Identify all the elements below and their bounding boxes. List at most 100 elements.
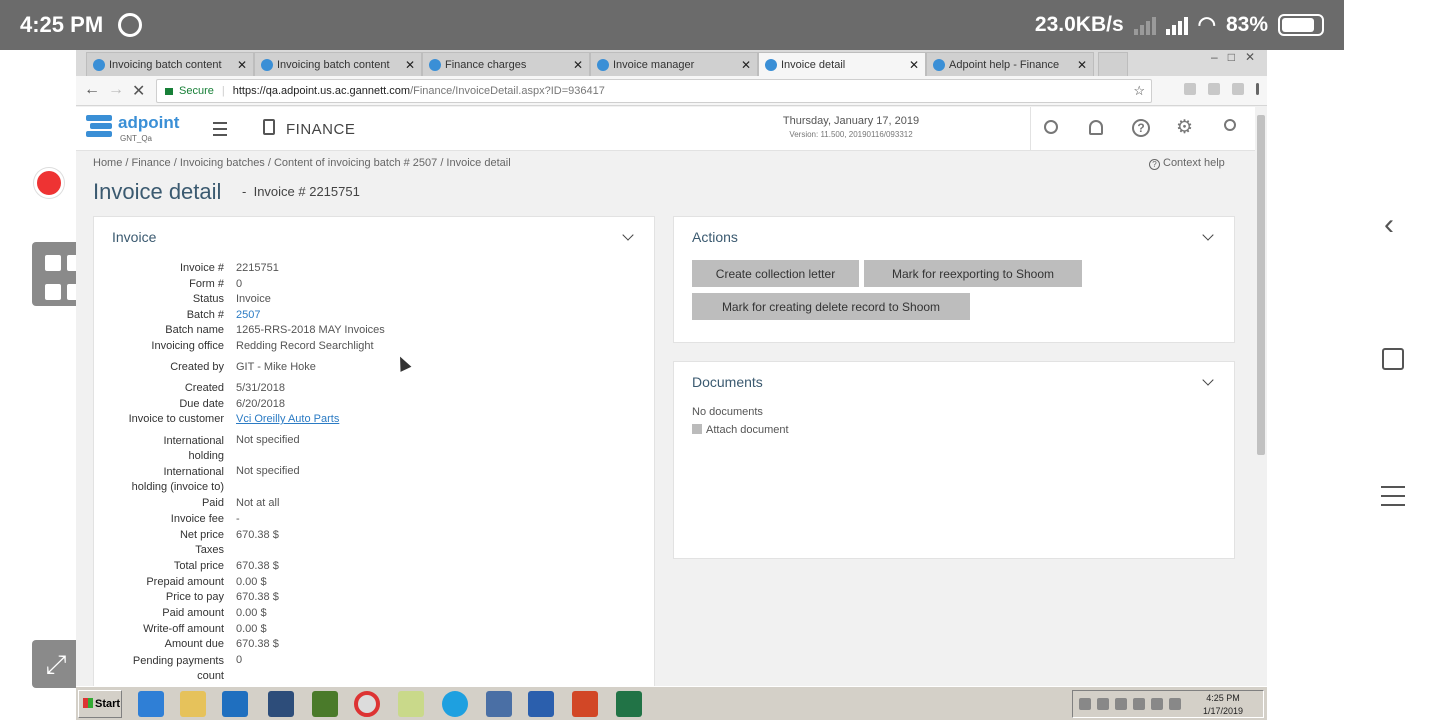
more-menu-icon[interactable] bbox=[1256, 83, 1259, 95]
mark-delete-record-button[interactable]: Mark for creating delete record to Shoom bbox=[692, 293, 970, 320]
scroll-thumb[interactable] bbox=[1257, 115, 1265, 455]
chevron-down-icon[interactable] bbox=[1202, 374, 1214, 386]
tab-finance-charges[interactable]: Finance charges ✕ bbox=[422, 52, 590, 76]
close-icon[interactable]: ✕ bbox=[573, 58, 583, 72]
tray-icon[interactable] bbox=[1133, 698, 1145, 710]
help-circle-icon: ? bbox=[1149, 159, 1160, 170]
explorer-icon[interactable] bbox=[180, 691, 206, 717]
app-icon[interactable] bbox=[268, 691, 294, 717]
tray-icon[interactable] bbox=[1079, 698, 1091, 710]
tray-time[interactable]: 4:25 PM bbox=[1203, 693, 1243, 703]
field-value: 0.00 $ bbox=[236, 576, 267, 588]
field-value: 2215751 bbox=[236, 262, 279, 274]
field-label: Taxes bbox=[195, 544, 224, 556]
customer-link[interactable]: Vci Oreilly Auto Parts bbox=[236, 413, 339, 425]
notification-bell-icon[interactable] bbox=[1089, 120, 1103, 135]
attach-document-link[interactable]: Attach document bbox=[692, 424, 789, 436]
outlook-icon[interactable] bbox=[222, 691, 248, 717]
tray-date[interactable]: 1/17/2019 bbox=[1197, 706, 1249, 716]
extension-icon[interactable] bbox=[1232, 83, 1244, 95]
calculator-icon bbox=[263, 119, 275, 135]
excel-icon[interactable] bbox=[616, 691, 642, 717]
minimize-icon[interactable]: – bbox=[1211, 50, 1218, 64]
tab-invoice-detail[interactable]: Invoice detail ✕ bbox=[758, 52, 926, 76]
gear-icon[interactable]: ⚙ bbox=[1176, 116, 1193, 139]
battery-percent: 83% bbox=[1225, 12, 1268, 36]
hamburger-menu-icon[interactable] bbox=[213, 122, 227, 140]
recents-icon[interactable] bbox=[1382, 348, 1404, 370]
folder-icon[interactable] bbox=[398, 691, 424, 717]
field-label: International holding bbox=[163, 434, 224, 464]
tray-icon[interactable] bbox=[1097, 698, 1109, 710]
field-value: 5/31/2018 bbox=[236, 382, 285, 394]
expand-icon[interactable]: ⤢ bbox=[32, 640, 80, 688]
field-value: 670.38 $ bbox=[236, 591, 279, 603]
create-collection-letter-button[interactable]: Create collection letter bbox=[692, 260, 859, 287]
search-icon[interactable] bbox=[1044, 120, 1058, 134]
batch-link[interactable]: 2507 bbox=[236, 309, 260, 321]
tab-invoicing-batch-content-1[interactable]: Invoicing batch content ✕ bbox=[86, 52, 254, 76]
tray-icon[interactable] bbox=[1151, 698, 1163, 710]
extension-icon[interactable] bbox=[1184, 83, 1196, 95]
field-value: 1265-RRS-2018 MAY Invoices bbox=[236, 324, 385, 336]
back-arrow-icon[interactable]: ← bbox=[84, 81, 100, 99]
start-button[interactable]: Start bbox=[78, 690, 122, 718]
environment-label: GNT_Qa bbox=[120, 134, 153, 143]
tray-icon[interactable] bbox=[1115, 698, 1127, 710]
menu-icon[interactable] bbox=[1381, 486, 1405, 513]
tab-label: Invoice manager bbox=[613, 59, 695, 71]
back-icon[interactable]: ‹ bbox=[1384, 208, 1394, 242]
breadcrumb[interactable]: Home / Finance / Invoicing batches / Con… bbox=[93, 157, 511, 169]
stop-icon[interactable]: ✕ bbox=[132, 81, 145, 101]
ie-icon[interactable] bbox=[138, 691, 164, 717]
tab-strip: Invoicing batch content ✕ Invoicing batc… bbox=[76, 50, 1267, 76]
network-icon[interactable] bbox=[486, 691, 512, 717]
tab-invoice-manager[interactable]: Invoice manager ✕ bbox=[590, 52, 758, 76]
new-tab-button[interactable] bbox=[1098, 52, 1128, 76]
tray-icon[interactable] bbox=[1169, 698, 1181, 710]
tab-invoicing-batch-content-2[interactable]: Invoicing batch content ✕ bbox=[254, 52, 422, 76]
field-value: 670.38 $ bbox=[236, 560, 279, 572]
forward-arrow-icon[interactable]: → bbox=[108, 81, 124, 99]
chrome-icon[interactable] bbox=[354, 691, 380, 717]
tab-label: Invoice detail bbox=[781, 59, 846, 71]
tab-adpoint-help[interactable]: Adpoint help - Finance ✕ bbox=[926, 52, 1094, 76]
field-label: Form # bbox=[189, 278, 224, 290]
close-window-icon[interactable]: ✕ bbox=[1245, 50, 1255, 64]
field-value: Invoice bbox=[236, 293, 271, 305]
field-value: 0.00 $ bbox=[236, 623, 267, 635]
close-icon[interactable]: ✕ bbox=[1077, 58, 1087, 72]
bookmark-star-icon[interactable]: ☆ bbox=[1133, 83, 1145, 99]
field-label: Created bbox=[184, 382, 224, 394]
close-icon[interactable]: ✕ bbox=[741, 58, 751, 72]
close-icon[interactable]: ✕ bbox=[237, 58, 247, 72]
record-button[interactable] bbox=[34, 168, 64, 198]
field-label: Invoicing office bbox=[151, 340, 224, 352]
field-label-line: International bbox=[163, 466, 224, 478]
invoice-number-subtitle: Invoice # 2215751 bbox=[253, 184, 360, 199]
page-scrollbar[interactable] bbox=[1255, 107, 1267, 686]
windows-logo-icon bbox=[83, 698, 93, 708]
help-icon[interactable]: ? bbox=[1132, 119, 1150, 137]
url-input[interactable]: Secure | https://qa.adpoint.us.ac.gannett.… bbox=[156, 79, 1152, 103]
close-icon[interactable]: ✕ bbox=[405, 58, 415, 72]
extension-icon[interactable] bbox=[1208, 83, 1220, 95]
context-help-link[interactable]: ? Context help bbox=[1149, 157, 1225, 170]
powerpoint-icon[interactable] bbox=[572, 691, 598, 717]
module-title: FINANCE bbox=[286, 121, 356, 138]
field-label-line: holding (invoice to) bbox=[131, 481, 224, 493]
skype-icon[interactable] bbox=[442, 691, 468, 717]
chevron-down-icon[interactable] bbox=[1202, 229, 1214, 241]
windows-taskbar: Start 4:25 PM 1/17/2019 bbox=[76, 686, 1267, 720]
adpoint-logo-icon bbox=[86, 115, 112, 141]
chevron-down-icon[interactable] bbox=[622, 229, 634, 241]
field-label: Price to pay bbox=[165, 591, 224, 603]
mark-reexport-button[interactable]: Mark for reexporting to Shoom bbox=[864, 260, 1082, 287]
logo-text: adpoint bbox=[118, 113, 180, 132]
header-version: Version: 11.500, 20190116/093312 bbox=[789, 130, 913, 139]
close-icon[interactable]: ✕ bbox=[909, 58, 919, 72]
app-icon[interactable] bbox=[312, 691, 338, 717]
maximize-icon[interactable]: □ bbox=[1228, 50, 1235, 64]
user-icon[interactable] bbox=[1224, 119, 1236, 131]
word-icon[interactable] bbox=[528, 691, 554, 717]
